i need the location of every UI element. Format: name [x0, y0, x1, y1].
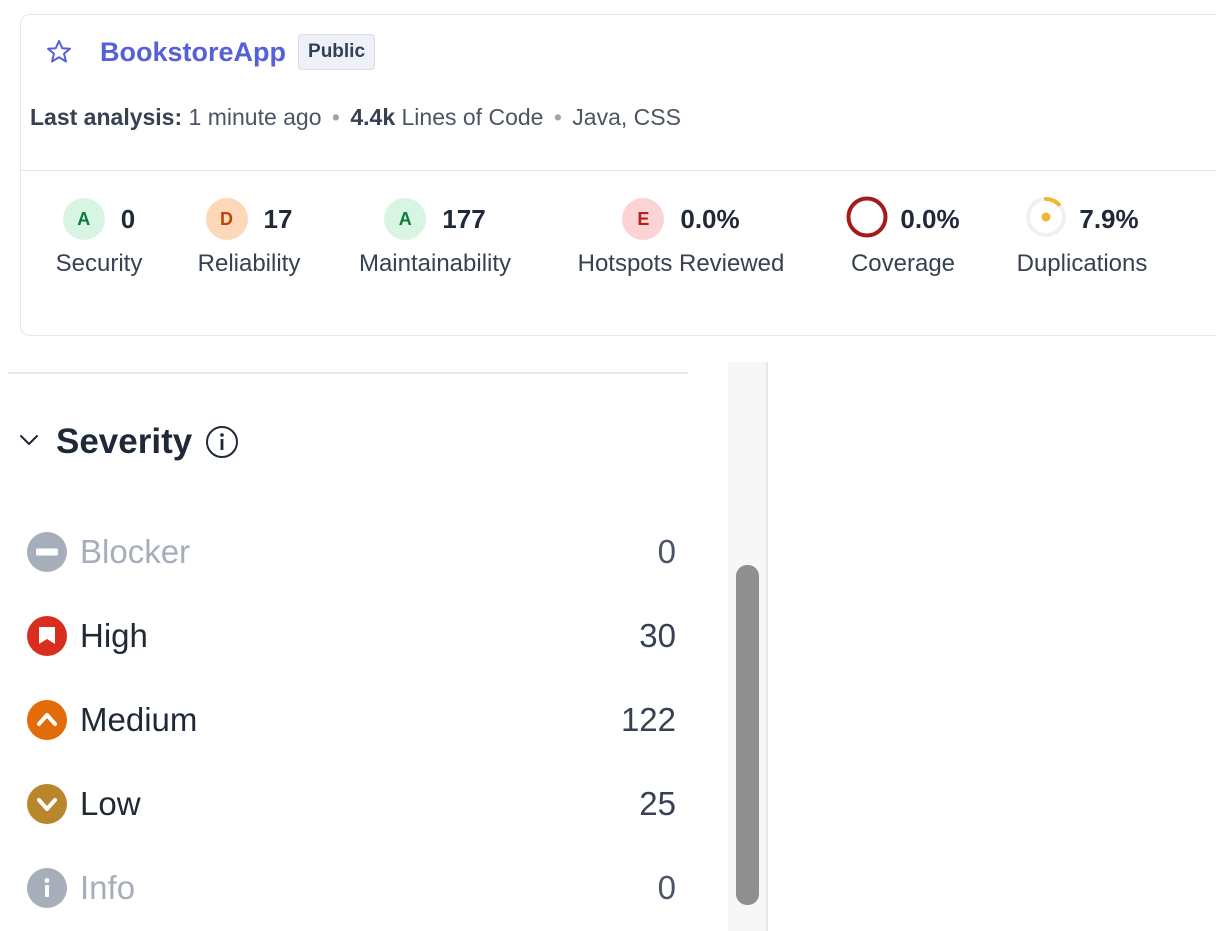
severity-item-low[interactable]: Low 25	[26, 779, 676, 829]
card-divider	[21, 170, 1216, 171]
loc-label: Lines of Code	[401, 104, 544, 130]
severity-item-label: High	[80, 617, 148, 654]
project-title-row: BookstoreApp Public	[44, 34, 376, 70]
severity-item-info[interactable]: Info 0	[26, 863, 676, 913]
low-severity-icon	[26, 783, 68, 825]
coverage-ring-icon	[846, 196, 888, 243]
scrollbar-thumb[interactable]	[736, 565, 759, 905]
last-analysis-value: 1 minute ago	[188, 104, 322, 130]
metric-security[interactable]: A 0 Security	[50, 196, 148, 278]
maintainability-grade-badge: A	[384, 198, 427, 240]
metric-maintainability[interactable]: A 177 Maintainability	[347, 196, 523, 278]
high-severity-icon	[26, 615, 68, 657]
metric-hotspots-reviewed[interactable]: E 0.0% Hotspots Reviewed	[563, 196, 799, 278]
info-severity-icon	[26, 867, 68, 909]
severity-item-count: 0	[657, 533, 676, 570]
metric-duplications[interactable]: 7.9% Duplications	[1006, 196, 1158, 278]
duplications-label: Duplications	[1016, 250, 1148, 277]
severity-item-medium[interactable]: Medium 122	[26, 695, 676, 745]
severity-item-label: Blocker	[80, 533, 191, 570]
severity-item-count: 122	[620, 701, 676, 738]
security-label: Security	[55, 250, 143, 277]
severity-item-count: 25	[639, 785, 676, 822]
coverage-label: Coverage	[850, 250, 956, 277]
severity-facet: Severity Blocker 0 High 30 Medium 122 Lo…	[0, 362, 768, 931]
blocker-icon	[26, 531, 68, 573]
reliability-value[interactable]: 17	[264, 204, 293, 235]
panel-divider	[766, 362, 768, 931]
security-grade-badge: A	[62, 198, 105, 240]
severity-item-label: Info	[80, 869, 136, 906]
info-icon[interactable]	[204, 424, 240, 460]
severity-facet-header[interactable]: Severity	[16, 422, 240, 462]
reliability-grade-badge: D	[205, 198, 248, 240]
maintainability-label: Maintainability	[358, 250, 512, 277]
separator-dot: •	[331, 104, 340, 130]
visibility-badge: Public	[298, 34, 376, 70]
severity-item-high[interactable]: High 30	[26, 611, 676, 661]
languages: Java, CSS	[572, 104, 681, 130]
severity-item-label: Medium	[80, 701, 198, 738]
hotspots-value[interactable]: 0.0%	[680, 204, 739, 235]
project-name-link[interactable]: BookstoreApp	[100, 37, 286, 68]
star-icon[interactable]	[44, 37, 74, 67]
hotspots-grade-badge: E	[622, 198, 665, 240]
severity-title[interactable]: Severity	[56, 422, 192, 462]
analysis-meta: Last analysis: 1 minute ago • 4.4k Lines…	[30, 104, 681, 131]
severity-item-count: 0	[657, 869, 676, 906]
last-analysis-label: Last analysis:	[30, 104, 183, 130]
security-value[interactable]: 0	[121, 204, 135, 235]
facet-top-divider	[8, 372, 688, 374]
coverage-value[interactable]: 0.0%	[900, 204, 959, 235]
duplications-value[interactable]: 7.9%	[1079, 204, 1138, 235]
duplications-progress-icon	[1025, 196, 1067, 243]
hotspots-label: Hotspots Reviewed	[577, 250, 785, 277]
metric-reliability[interactable]: D 17 Reliability	[190, 196, 308, 278]
metric-coverage[interactable]: 0.0% Coverage	[836, 196, 970, 278]
separator-dot: •	[553, 104, 562, 130]
severity-item-label: Low	[80, 785, 141, 822]
loc-value: 4.4k	[350, 104, 396, 130]
medium-severity-icon	[26, 699, 68, 741]
reliability-label: Reliability	[197, 250, 301, 277]
severity-item-blocker[interactable]: Blocker 0	[26, 527, 676, 577]
chevron-down-icon[interactable]	[16, 427, 42, 458]
maintainability-value[interactable]: 177	[442, 204, 485, 235]
severity-item-count: 30	[639, 617, 676, 654]
